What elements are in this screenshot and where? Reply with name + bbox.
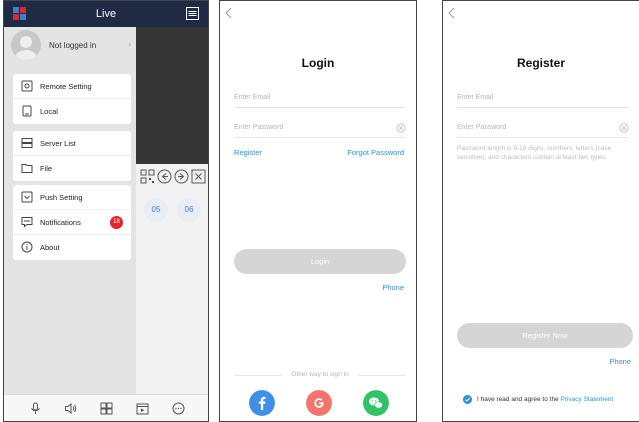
menu-item-server-list[interactable]: Server List <box>13 131 131 156</box>
previous-icon[interactable] <box>157 169 172 184</box>
back-arrow-icon[interactable] <box>447 7 456 19</box>
user-avatar-icon <box>15 36 37 60</box>
menu-item-label: File <box>40 164 53 173</box>
menu-item-label: Server List <box>40 139 76 148</box>
menu-item-label: About <box>40 243 60 252</box>
video-view[interactable] <box>136 27 208 164</box>
login-title: Login <box>301 56 335 70</box>
divider-line <box>358 375 406 376</box>
playback-icon[interactable] <box>136 402 149 415</box>
file-icon <box>21 164 33 173</box>
menu-item-notifications[interactable]: Notifications 18 <box>13 210 131 235</box>
more-icon[interactable] <box>172 402 185 415</box>
qr-code-icon[interactable] <box>140 169 155 184</box>
push-setting-icon <box>21 191 33 203</box>
register-screen: Register Enter Email Enter Password Pass… <box>442 0 639 422</box>
notifications-icon <box>21 217 33 228</box>
password-field[interactable]: Enter Password <box>457 120 629 138</box>
privacy-statement-link[interactable]: Privacy Statement <box>560 396 613 403</box>
menu-group-files: Server List File <box>13 131 131 181</box>
phone-link[interactable]: Phone <box>609 357 631 366</box>
user-status-label: Not logged in <box>49 41 97 50</box>
menu-group-device: Remote Setting Local <box>13 74 131 124</box>
toggle-password-visibility-icon[interactable] <box>396 123 406 133</box>
next-icon[interactable] <box>174 169 189 184</box>
bottom-toolbar <box>4 394 208 421</box>
password-placeholder: Enter Password <box>234 124 284 131</box>
menu-item-push-setting[interactable]: Push Setting <box>13 185 131 210</box>
page-title: Live <box>95 8 117 20</box>
back-arrow-icon[interactable] <box>224 7 233 19</box>
password-placeholder: Enter Password <box>457 124 507 131</box>
menu-item-local[interactable]: Local <box>13 99 131 124</box>
other-sign-in-divider: Other way to sign in <box>234 371 406 379</box>
menu-item-file[interactable]: File <box>13 156 131 181</box>
menu-item-remote-setting[interactable]: Remote Setting <box>13 74 131 99</box>
login-button[interactable]: Login <box>234 249 406 274</box>
notifications-count-badge: 18 <box>110 216 123 229</box>
remote-setting-icon <box>21 80 33 92</box>
agree-text: I have read and agree to the <box>477 396 561 403</box>
server-list-icon <box>21 138 33 148</box>
menu-item-label: Push Setting <box>40 193 83 202</box>
channel-06-button[interactable]: 06 <box>177 198 201 222</box>
local-icon <box>22 105 32 117</box>
side-drawer: Not logged in › Remote Setting Local Ser… <box>4 27 136 394</box>
forgot-password-link[interactable]: Forgot Password <box>347 148 404 157</box>
email-field[interactable]: Enter Email <box>234 90 406 108</box>
email-placeholder: Enter Email <box>457 94 494 101</box>
agree-statement: I have read and agree to the Privacy Sta… <box>477 396 613 403</box>
avatar[interactable] <box>11 30 41 60</box>
login-screen: Login Enter Email Enter Password Registe… <box>219 0 417 422</box>
grid-icon[interactable] <box>100 402 113 415</box>
menu-item-label: Local <box>40 107 58 116</box>
chevron-right-icon: › <box>128 39 131 49</box>
register-title: Register <box>516 56 566 70</box>
phone-link[interactable]: Phone <box>382 283 404 292</box>
google-icon[interactable] <box>306 390 332 416</box>
menu-item-about[interactable]: About <box>13 235 131 260</box>
user-profile-row[interactable]: Not logged in › <box>11 29 131 63</box>
email-placeholder: Enter Email <box>234 94 271 101</box>
top-bar: Live <box>4 1 208 27</box>
register-link[interactable]: Register <box>234 148 262 157</box>
toggle-password-visibility-icon[interactable] <box>619 123 629 133</box>
facebook-icon[interactable] <box>249 390 275 416</box>
email-field[interactable]: Enter Email <box>457 90 629 108</box>
menu-icon[interactable] <box>186 7 199 20</box>
wechat-icon[interactable] <box>363 390 389 416</box>
microphone-icon[interactable] <box>29 402 42 415</box>
live-screen: Live 05 06 Not logged in › Remote Settin… <box>3 0 209 422</box>
menu-item-label: Notifications <box>40 218 81 227</box>
register-now-button[interactable]: Register Now <box>457 323 633 348</box>
password-field[interactable]: Enter Password <box>234 120 406 138</box>
menu-item-label: Remote Setting <box>40 82 92 91</box>
info-icon <box>21 241 33 253</box>
menu-group-settings: Push Setting Notifications 18 About <box>13 185 131 260</box>
close-view-icon[interactable] <box>191 169 206 184</box>
password-hint: Password length is 8-16 digits, numbers,… <box>457 145 612 161</box>
agree-checkbox-icon[interactable] <box>463 395 472 404</box>
playback-controls: 05 06 <box>136 164 208 394</box>
speaker-icon[interactable] <box>64 402 77 415</box>
channel-05-button[interactable]: 05 <box>144 198 168 222</box>
